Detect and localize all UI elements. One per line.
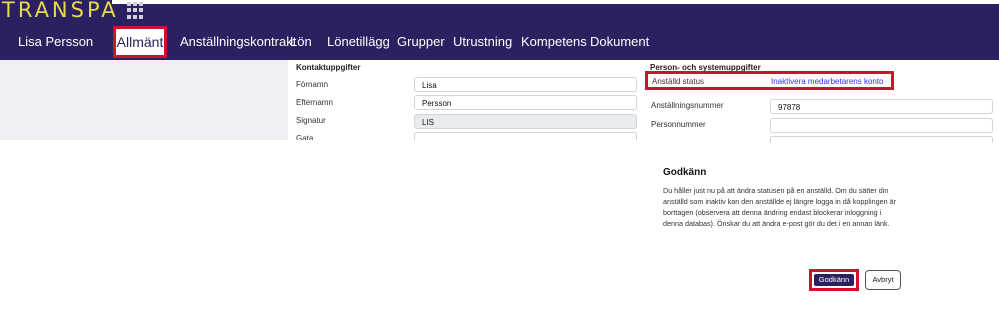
main-nav: Lisa Persson Allmänt Anställningskontrak… bbox=[0, 22, 999, 60]
signature-label: Signatur bbox=[296, 116, 326, 125]
personal-number-field[interactable] bbox=[770, 118, 993, 133]
deactivate-account-link[interactable]: Inaktivera medarbetarens konto bbox=[771, 77, 884, 86]
firstname-label: Förnamn bbox=[296, 80, 329, 89]
firstname-field[interactable]: Lisa bbox=[414, 77, 637, 92]
left-panel bbox=[0, 60, 288, 140]
confirm-button[interactable]: Godkänn bbox=[814, 274, 854, 286]
dialog-message: Du håller just nu på att ändra statusen … bbox=[663, 186, 896, 228]
app-grid-icon[interactable] bbox=[127, 2, 144, 19]
top-bar: TRANSPA bbox=[0, 0, 999, 22]
signature-field[interactable]: LIS bbox=[414, 114, 637, 129]
employee-number-field[interactable]: 97878 bbox=[770, 99, 993, 114]
contact-section-title: Kontaktuppgifter bbox=[296, 63, 361, 72]
next-field[interactable] bbox=[770, 136, 993, 143]
tab-lonetillagg[interactable]: Lönetillägg bbox=[327, 34, 390, 49]
tab-kompetens[interactable]: Kompetens bbox=[521, 34, 587, 49]
tab-allmant[interactable]: Allmänt bbox=[113, 26, 167, 58]
personal-number-label: Personnummer bbox=[651, 120, 706, 129]
app-logo[interactable]: TRANSPA bbox=[2, 0, 119, 22]
confirm-button-highlight: Godkänn bbox=[809, 269, 859, 291]
tab-dokument[interactable]: Dokument bbox=[590, 34, 649, 49]
tab-lon[interactable]: Lön bbox=[290, 34, 312, 49]
confirm-dialog: Godkänn Du håller just nu på att ändra s… bbox=[650, 152, 999, 317]
cancel-button[interactable]: Avbryt bbox=[865, 270, 901, 290]
employee-status-label: Anställd status bbox=[652, 77, 705, 86]
street-label: Gata bbox=[296, 134, 314, 140]
tab-anstallningskontrakt[interactable]: Anställningskontrakt bbox=[180, 34, 296, 49]
dialog-title: Godkänn bbox=[663, 167, 707, 178]
employee-status-row: Anställd status Inaktivera medarbetarens… bbox=[645, 71, 894, 90]
employee-number-label: Anställningsnummer bbox=[651, 101, 724, 110]
lastname-field[interactable]: Persson bbox=[414, 95, 637, 110]
nav-user-name[interactable]: Lisa Persson bbox=[18, 34, 93, 49]
tab-grupper[interactable]: Grupper bbox=[397, 34, 445, 49]
street-field[interactable] bbox=[414, 132, 637, 140]
top-bar-spacer bbox=[112, 0, 999, 4]
lastname-label: Efternamn bbox=[296, 98, 333, 107]
tab-utrustning[interactable]: Utrustning bbox=[453, 34, 512, 49]
